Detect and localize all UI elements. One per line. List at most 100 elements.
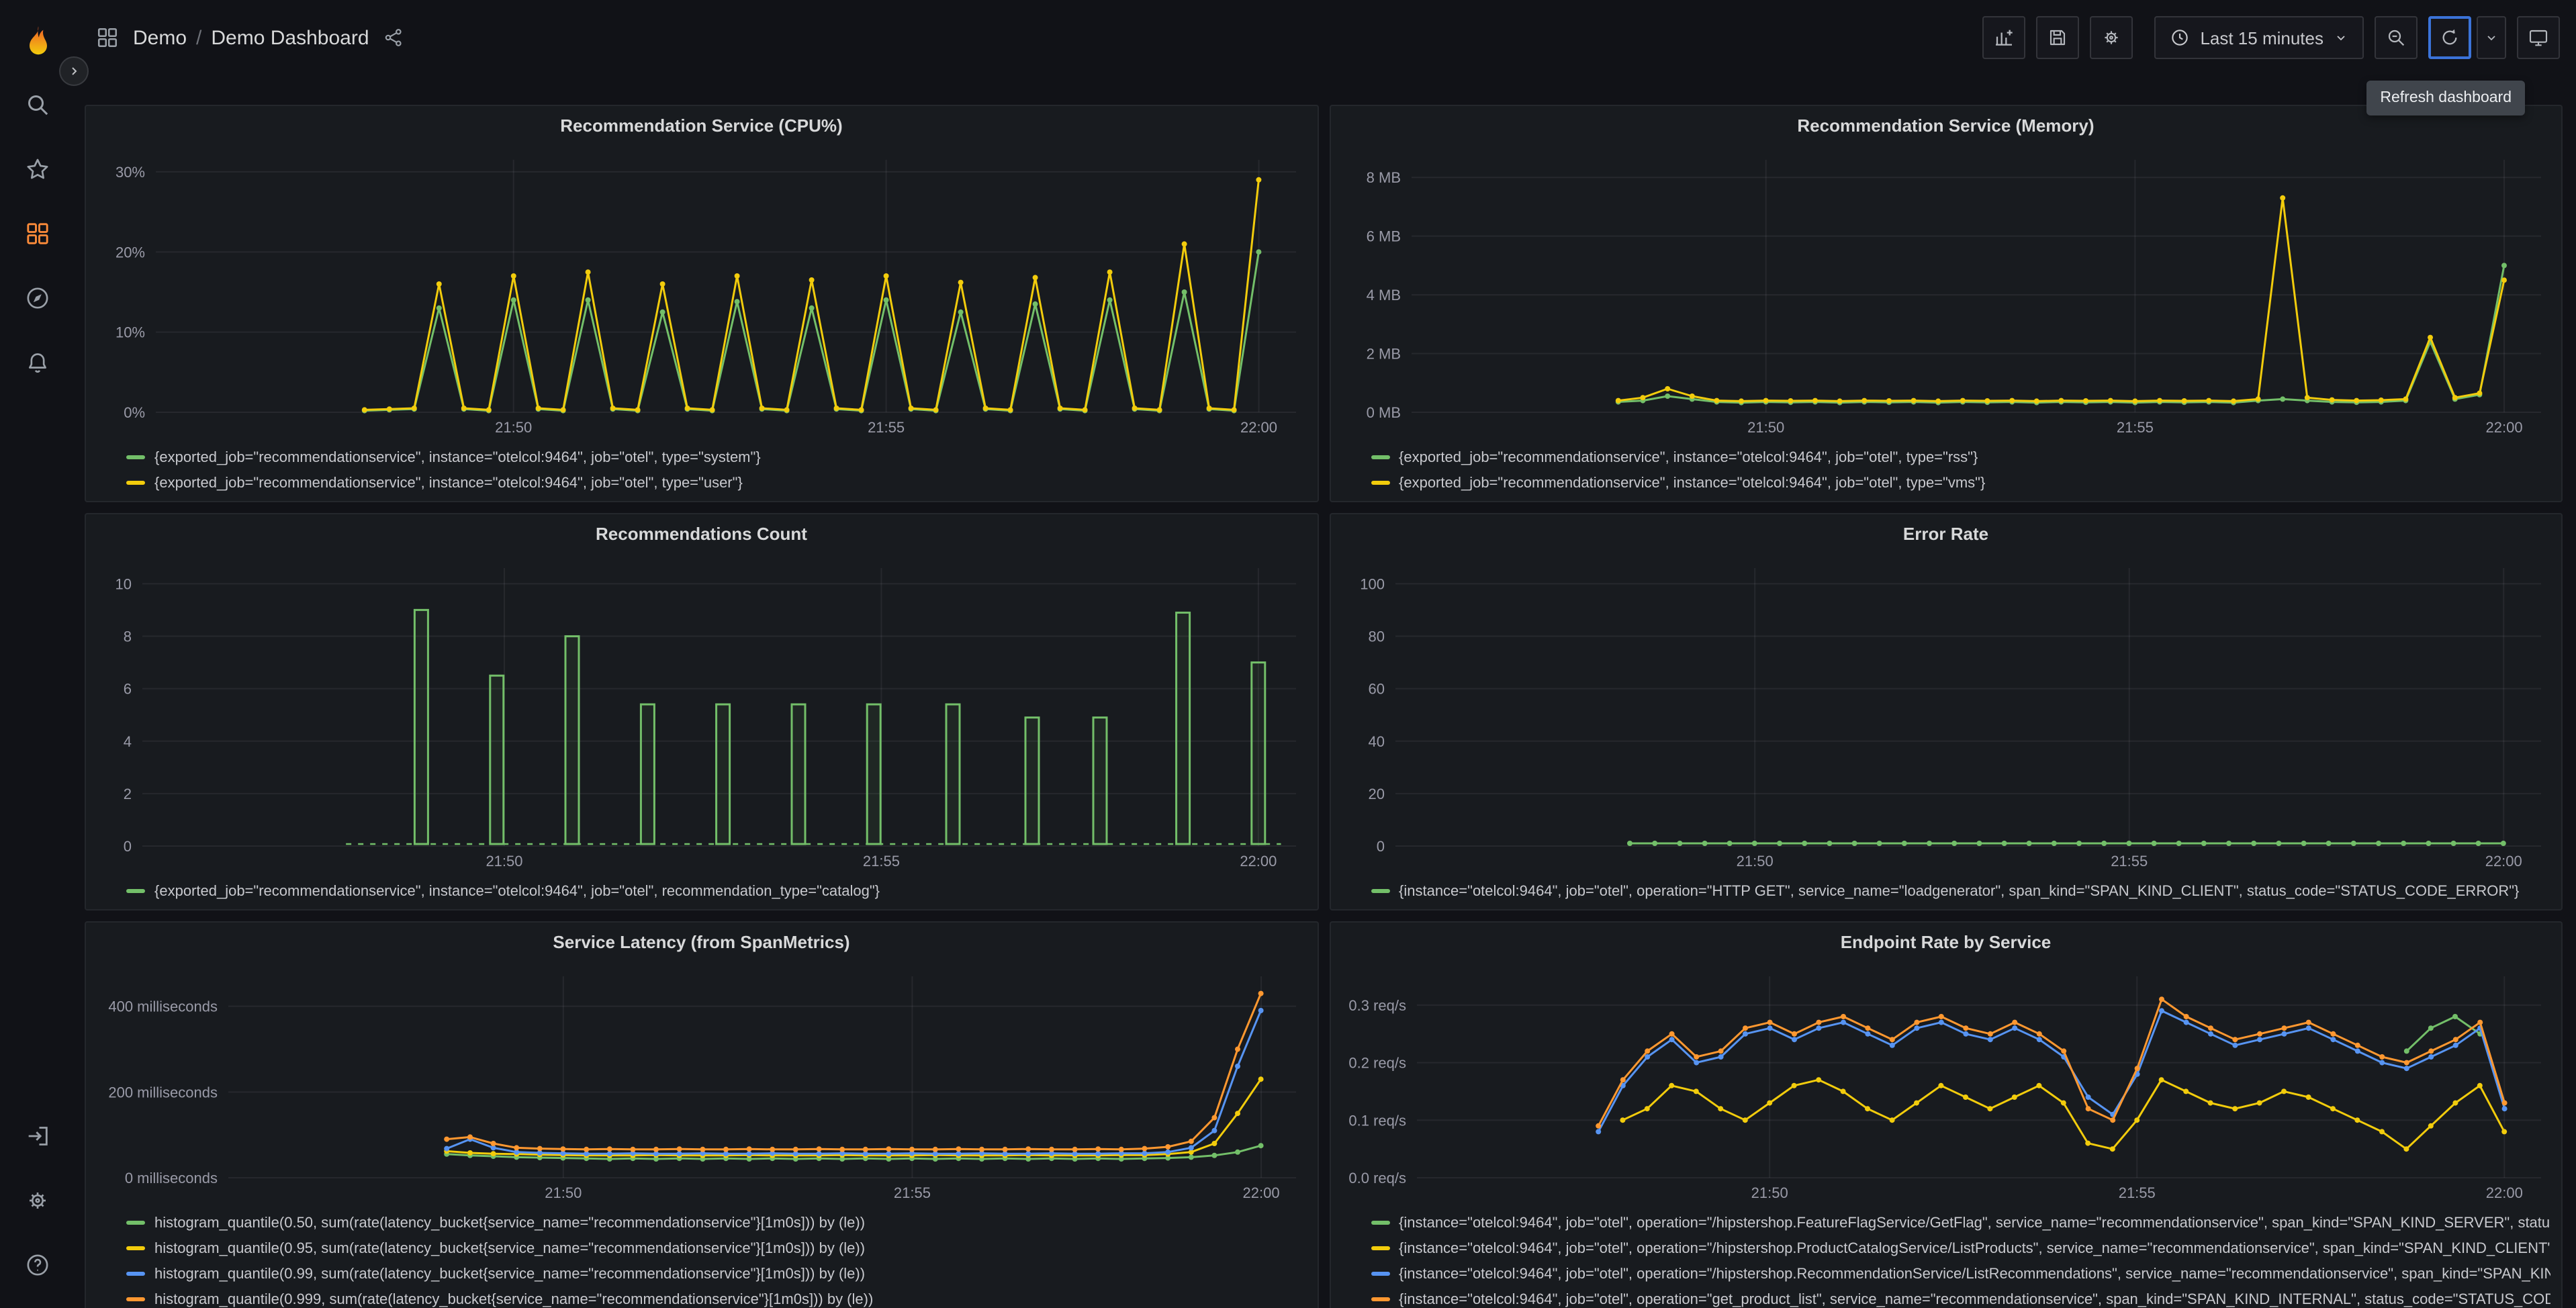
legend-item[interactable]: histogram_quantile(0.95, sum(rate(latenc… — [126, 1235, 1306, 1261]
dashboard-grid-icon — [95, 26, 120, 50]
svg-text:21:55: 21:55 — [2110, 853, 2147, 870]
legend-error: {instance="otelcol:9464", job="otel", op… — [1330, 876, 2561, 909]
svg-text:22:00: 22:00 — [1240, 419, 1277, 436]
sidebar-dashboards-button[interactable] — [0, 201, 74, 266]
legend-item[interactable]: {instance="otelcol:9464", job="otel", op… — [1371, 1235, 2550, 1261]
topbar-actions: Last 15 minutes — [1982, 16, 2560, 59]
sidebar-configuration-button[interactable] — [0, 1168, 74, 1233]
legend-label: {instance="otelcol:9464", job="otel", op… — [1399, 883, 2520, 899]
grafana-app: Demo / Demo Dashboard Last 15 minutes Re… — [0, 0, 2576, 1308]
chart-canvas-latency[interactable]: 0 milliseconds 200 milliseconds 400 millis… — [97, 963, 1307, 1207]
chevron-right-icon — [66, 63, 82, 79]
legend-swatch — [1371, 1272, 1389, 1276]
svg-text:20%: 20% — [116, 244, 145, 261]
panel-title-cpu[interactable]: Recommendation Service (CPU%) — [86, 106, 1317, 146]
legend-item[interactable]: {instance="otelcol:9464", job="otel", op… — [1371, 1287, 2550, 1308]
gear-icon — [24, 1187, 50, 1214]
chart-canvas-cpu[interactable]: 0% 10% 20% 30% 21:50 21:55 22:00 — [97, 146, 1307, 442]
legend-swatch — [126, 889, 145, 893]
panel-title-count[interactable]: Recommendations Count — [86, 514, 1317, 555]
svg-text:2 MB: 2 MB — [1366, 346, 1400, 363]
chart-endpoint[interactable]: 0.0 req/s 0.1 req/s 0.2 req/s 0.3 req/s 21:5… — [1341, 963, 2550, 1207]
refresh-interval-dropdown[interactable] — [2477, 16, 2506, 59]
legend-label: {exported_job="recommendationservice", i… — [154, 475, 743, 491]
sidebar-nav — [0, 73, 74, 395]
save-dashboard-button[interactable] — [2036, 16, 2080, 59]
panel-count: Recommendations Count 0 2 4 6 8 10 21:50 21:55 22… — [85, 513, 1318, 910]
search-icon — [24, 91, 50, 118]
chart-count[interactable]: 0 2 4 6 8 10 21:50 21:55 22:00 — [97, 555, 1306, 876]
svg-text:21:55: 21:55 — [863, 853, 900, 870]
star-icon — [24, 156, 50, 183]
sidebar-search-button[interactable] — [0, 73, 74, 137]
sidebar-alerting-button[interactable] — [0, 330, 74, 395]
sidebar-help-button[interactable] — [0, 1233, 74, 1297]
svg-text:0 MB: 0 MB — [1366, 404, 1400, 421]
legend-count: {exported_job="recommendationservice", i… — [86, 876, 1317, 909]
legend-label: {exported_job="recommendationservice", i… — [1399, 475, 1986, 491]
legend-label: {instance="otelcol:9464", job="otel", op… — [1399, 1240, 2550, 1256]
add-panel-button[interactable] — [1982, 16, 2026, 59]
chart-error[interactable]: 0 20 40 60 80 100 21:50 21:55 22:00 — [1341, 555, 2550, 876]
grafana-logo-icon[interactable] — [17, 21, 57, 62]
sidebar-sign-in-button[interactable] — [0, 1104, 74, 1168]
legend-item[interactable]: {exported_job="recommendationservice", i… — [1371, 445, 2550, 470]
zoom-out-time-button[interactable] — [2375, 16, 2418, 59]
panel-latency: Service Latency (from SpanMetrics) 0 mill… — [85, 921, 1318, 1308]
panel-title-endpoint[interactable]: Endpoint Rate by Service — [1330, 923, 2561, 963]
legend-item[interactable]: histogram_quantile(0.999, sum(rate(laten… — [126, 1287, 1306, 1308]
svg-text:21:50: 21:50 — [495, 419, 532, 436]
chart-cpu[interactable]: 0% 10% 20% 30% 21:50 21:55 22:00 — [97, 146, 1306, 442]
panel-title-latency[interactable]: Service Latency (from SpanMetrics) — [86, 923, 1317, 963]
legend-item[interactable]: histogram_quantile(0.50, sum(rate(latenc… — [126, 1210, 1306, 1235]
legend-item[interactable]: {exported_job="recommendationservice", i… — [126, 878, 1306, 904]
svg-text:8: 8 — [124, 628, 132, 645]
panel-grid: Recommendation Service (CPU%) 0% 10% 20% 30%… — [85, 105, 2563, 1308]
legend-cpu: {exported_job="recommendationservice", i… — [86, 442, 1317, 501]
svg-text:40: 40 — [1368, 733, 1384, 750]
legend-item[interactable]: {exported_job="recommendationservice", i… — [126, 445, 1306, 470]
refresh-tooltip: Refresh dashboard — [2366, 81, 2525, 115]
chart-memory[interactable]: 0 MB 2 MB 4 MB 6 MB 8 MB 21:50 21:55 22:00 — [1341, 146, 2550, 442]
chart-canvas-memory[interactable]: 0 MB 2 MB 4 MB 6 MB 8 MB 21:50 21:55 22:00 — [1341, 146, 2551, 442]
legend-endpoint: {instance="otelcol:9464", job="otel", op… — [1330, 1207, 2561, 1308]
breadcrumb-current[interactable]: Demo Dashboard — [211, 26, 369, 49]
legend-label: {instance="otelcol:9464", job="otel", op… — [1399, 1291, 2550, 1307]
time-range-picker[interactable]: Last 15 minutes — [2154, 16, 2364, 59]
legend-item[interactable]: {instance="otelcol:9464", job="otel", op… — [1371, 1261, 2550, 1287]
svg-text:21:55: 21:55 — [894, 1184, 931, 1201]
legend-item[interactable]: {instance="otelcol:9464", job="otel", op… — [1371, 1210, 2550, 1235]
tv-mode-button[interactable] — [2517, 16, 2560, 59]
sidebar-starred-button[interactable] — [0, 137, 74, 201]
svg-text:22:00: 22:00 — [2485, 419, 2522, 436]
legend-swatch — [126, 1221, 145, 1225]
chevron-down-icon — [2333, 30, 2349, 46]
svg-text:21:50: 21:50 — [1736, 853, 1773, 870]
dashboard-settings-button[interactable] — [2090, 16, 2133, 59]
legend-item[interactable]: {exported_job="recommendationservice", i… — [126, 470, 1306, 496]
chart-canvas-error[interactable]: 0 20 40 60 80 100 21:50 21:55 22:00 — [1341, 555, 2551, 876]
chart-canvas-count[interactable]: 0 2 4 6 8 10 21:50 21:55 22:00 — [97, 555, 1307, 876]
chevron-down-icon — [2483, 30, 2499, 46]
svg-text:200 milliseconds: 200 milliseconds — [108, 1084, 218, 1101]
svg-text:21:50: 21:50 — [486, 853, 522, 870]
legend-swatch — [126, 1246, 145, 1250]
panel-title-error[interactable]: Error Rate — [1330, 514, 2561, 555]
svg-text:0: 0 — [1376, 838, 1384, 855]
svg-text:4 MB: 4 MB — [1366, 287, 1400, 303]
chart-canvas-endpoint[interactable]: 0.0 req/s 0.1 req/s 0.2 req/s 0.3 req/s 21:5… — [1341, 963, 2551, 1207]
legend-item[interactable]: {exported_job="recommendationservice", i… — [1371, 470, 2550, 496]
clock-icon — [2169, 27, 2191, 48]
sidebar-expand-button[interactable] — [59, 56, 89, 86]
svg-text:21:50: 21:50 — [1747, 419, 1784, 436]
legend-item[interactable]: {instance="otelcol:9464", job="otel", op… — [1371, 878, 2550, 904]
refresh-button[interactable] — [2428, 16, 2471, 59]
panel-endpoint: Endpoint Rate by Service 0.0 req/s 0.1 req… — [1329, 921, 2563, 1308]
sidebar-explore-button[interactable] — [0, 266, 74, 330]
legend-item[interactable]: histogram_quantile(0.99, sum(rate(latenc… — [126, 1261, 1306, 1287]
breadcrumb-root[interactable]: Demo — [133, 26, 187, 49]
legend-label: histogram_quantile(0.99, sum(rate(latenc… — [154, 1266, 866, 1282]
help-icon — [24, 1252, 50, 1278]
share-dashboard-icon[interactable] — [383, 27, 404, 48]
chart-latency[interactable]: 0 milliseconds 200 milliseconds 400 millis… — [97, 963, 1306, 1207]
